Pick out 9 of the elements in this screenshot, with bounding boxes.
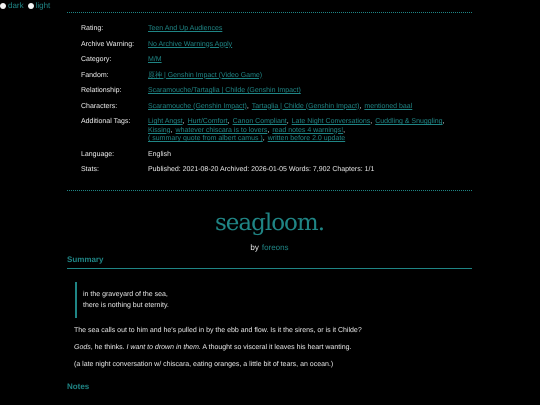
radio-button[interactable] [0, 2, 6, 8]
section-heading: Summary [67, 254, 104, 264]
byline-text: by [250, 242, 259, 252]
theme-link[interactable]: light [36, 1, 50, 10]
theme-link[interactable]: dark [8, 1, 24, 10]
work-title: seagloom. [214, 210, 326, 236]
author-link[interactable]: foreons [262, 242, 289, 252]
section-heading: Notes [67, 382, 90, 390]
radio-button[interactable] [28, 2, 34, 8]
